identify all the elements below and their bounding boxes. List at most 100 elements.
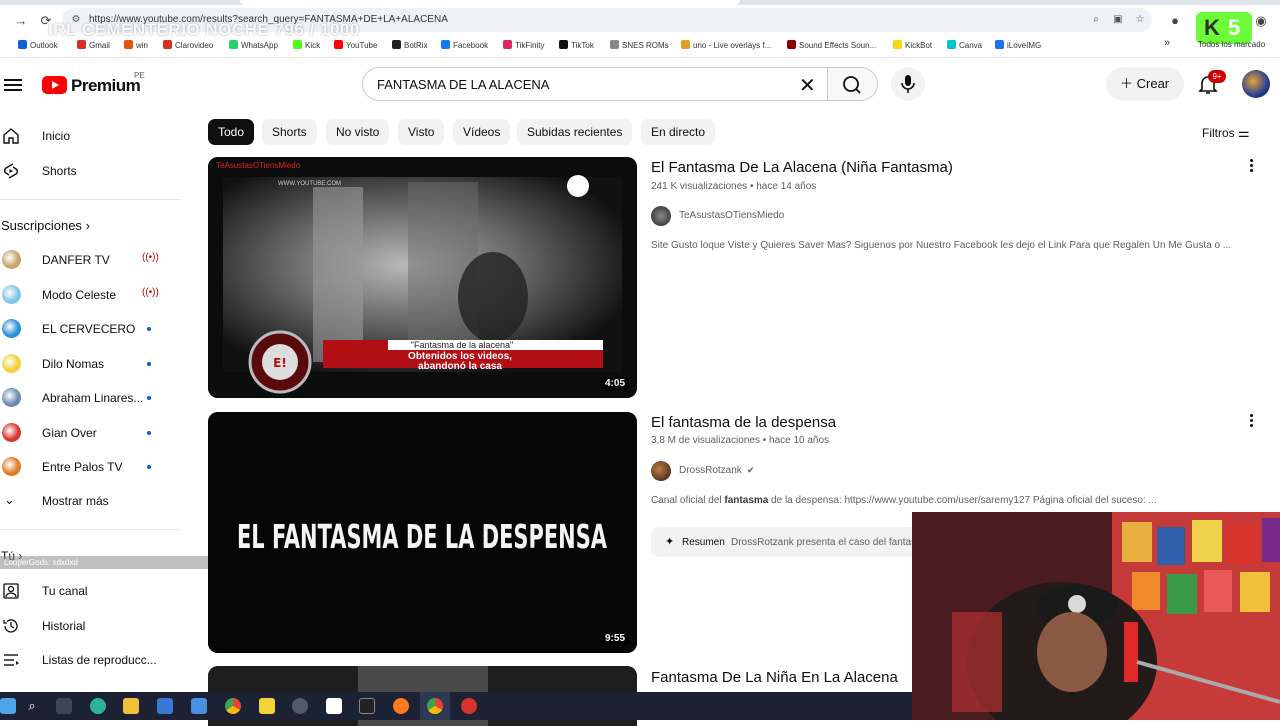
bookmark-item[interactable]: win [124, 40, 148, 50]
forward-icon[interactable]: → [12, 12, 30, 30]
notes-icon[interactable] [259, 698, 275, 714]
video-title[interactable]: El Fantasma De La Alacena (Niña Fantasma… [651, 159, 953, 176]
bookmark-item[interactable]: TikTok [559, 40, 594, 50]
show-more-button[interactable]: ⌄ Mostrar más [0, 486, 180, 516]
bookmark-item[interactable]: Clarovideo [163, 40, 213, 50]
bookmark-item[interactable]: SNES ROMs [610, 40, 669, 50]
media-player-icon[interactable] [292, 698, 308, 714]
tab-strip [0, 0, 1280, 5]
bookmark-item[interactable]: YouTube [334, 40, 377, 50]
bookmark-favicon-icon [441, 40, 450, 49]
bookmark-favicon-icon [610, 40, 619, 49]
sidebar-item-shorts[interactable]: Shorts [0, 156, 180, 186]
filter-chip[interactable]: Shorts [262, 119, 317, 145]
bookmark-item[interactable]: Gmail [77, 40, 110, 50]
filters-button[interactable]: Filtros ⚌ [1202, 125, 1250, 141]
search-input[interactable]: FANTASMA DE LA ALACENA ✕ [362, 67, 828, 101]
video-thumbnail[interactable]: E! TeAsustasOTiensMiedo WWW.YOUTUBE.COM … [208, 157, 637, 398]
clear-search-icon[interactable]: ✕ [799, 73, 816, 98]
mail-icon[interactable] [191, 698, 207, 714]
bookmark-item[interactable]: KickBot [893, 40, 932, 50]
create-button[interactable]: ＋ Crear [1106, 67, 1184, 101]
description-text: Canal oficial del [651, 495, 725, 506]
thumbnail-image: E! TeAsustasOTiensMiedo WWW.YOUTUBE.COM … [208, 157, 637, 398]
chrome-icon[interactable] [225, 698, 241, 714]
more-options-icon[interactable] [1250, 412, 1256, 429]
bookmark-item[interactable]: Canva [947, 40, 982, 50]
file-explorer-icon[interactable] [123, 698, 139, 714]
extension-icon[interactable]: ● [1166, 12, 1184, 30]
bookmark-star-icon[interactable]: ☆ [1132, 12, 1148, 28]
bookmarks-bar: Outlook Gmail win Clarovideo WhatsApp Kick You… [0, 37, 1280, 56]
bookmark-item[interactable]: TikFinity [503, 40, 544, 50]
channel-avatar [2, 457, 21, 476]
all-bookmarks-folder[interactable]: Todos los marcado [1198, 40, 1265, 49]
bookmark-item[interactable]: uno - Live overlays f... [681, 40, 771, 50]
obs-icon[interactable] [461, 698, 477, 714]
summary-chip[interactable]: ✦ Resumen DrossRotzank presenta el caso … [651, 527, 913, 557]
bookmark-item[interactable]: Sound Effects Soun... [787, 40, 876, 50]
channel-avatar[interactable] [651, 461, 671, 481]
search-icon[interactable]: ⌕ [24, 698, 40, 714]
video-title[interactable]: El fantasma de la despensa [651, 414, 836, 431]
sidebar-item-historial[interactable]: Historial [0, 611, 180, 641]
channel-avatar[interactable] [651, 206, 671, 226]
more-options-icon[interactable] [1250, 157, 1256, 174]
search-button[interactable] [827, 67, 878, 101]
windows-start-icon[interactable] [0, 698, 16, 714]
bookmark-item[interactable]: BotRix [392, 40, 428, 50]
notification-badge: 9+ [1208, 70, 1226, 83]
bookmark-item[interactable]: Kick [293, 40, 320, 50]
subscriptions-heading[interactable]: Suscripciones › [1, 218, 90, 233]
bookmark-favicon-icon [77, 40, 86, 49]
bookmark-label: WhatsApp [241, 41, 278, 50]
account-avatar[interactable] [1242, 70, 1270, 98]
app-icon[interactable] [359, 698, 375, 714]
firefox-icon[interactable] [393, 698, 409, 714]
filter-chip[interactable]: Todo [208, 119, 255, 145]
document-icon[interactable] [326, 698, 342, 714]
sidebar-item-inicio[interactable]: Inicio [0, 121, 180, 151]
sidebar-item-subscription[interactable]: Modo Celeste ((•)) [0, 280, 180, 310]
zoom-icon[interactable]: ⌕ [1088, 12, 1104, 28]
filter-chip[interactable]: Subidas recientes [517, 119, 633, 145]
store-icon[interactable] [157, 698, 173, 714]
bookmark-item[interactable]: iLoveIMG [995, 40, 1041, 50]
sidebar-item-playlists[interactable]: Listas de reproducc... [0, 645, 180, 675]
voice-search-button[interactable] [891, 67, 925, 101]
bookmark-item[interactable]: Outlook [18, 40, 58, 50]
bookmark-item[interactable]: WhatsApp [229, 40, 278, 50]
chevron-right-icon: › [85, 218, 90, 233]
video-thumbnail[interactable]: EL FANTASMA DE LA DESPENSA 9:55 [208, 412, 637, 653]
sidebar-item-subscription[interactable]: EL CERVECERO [0, 314, 180, 344]
filter-chip[interactable]: No visto [326, 119, 390, 145]
active-tab[interactable] [240, 0, 740, 5]
sidebar-item-subscription[interactable]: Gian Over [0, 418, 180, 448]
hamburger-menu-icon[interactable] [4, 76, 22, 92]
filter-chip[interactable]: Visto [398, 119, 445, 145]
chrome-icon[interactable] [427, 698, 443, 714]
channel-name[interactable]: TeAsustasOTiensMiedo [679, 210, 784, 221]
install-app-icon[interactable]: ▣ [1110, 12, 1126, 28]
video-title[interactable]: Fantasma De La Niña En La Alacena [651, 669, 898, 686]
bookmarks-overflow-icon[interactable]: » [1164, 37, 1170, 49]
sidebar-item-subscription[interactable]: Dilo Nomas [0, 349, 180, 379]
description-highlight: fantasma [724, 495, 769, 506]
task-view-icon[interactable] [56, 698, 72, 714]
channel-name[interactable]: DrossRotzank [679, 465, 742, 476]
bookmark-favicon-icon [392, 40, 401, 49]
bookmark-item[interactable]: Facebook [441, 40, 488, 50]
sidebar-item-subscription[interactable]: Entre Palos TV [0, 452, 180, 482]
profile-icon[interactable]: ◉ [1252, 12, 1270, 30]
notifications-button[interactable]: 9+ [1196, 70, 1226, 96]
filter-chip[interactable]: Vídeos [453, 119, 511, 145]
edge-icon[interactable] [90, 698, 106, 714]
sidebar-item-tu-canal[interactable]: Tu canal [0, 576, 180, 606]
video-meta: 3,8 M de visualizaciones • hace 10 años [651, 435, 830, 446]
bookmark-label: Sound Effects Soun... [799, 41, 877, 50]
sidebar-item-subscription[interactable]: Abraham Linares... [0, 383, 180, 413]
sidebar-item-subscription[interactable]: DANFER TV ((•)) [0, 245, 180, 275]
bookmark-label: TikFinity [515, 41, 545, 50]
filter-chip[interactable]: En directo [641, 119, 716, 145]
youtube-premium-logo[interactable]: Premium PE [42, 71, 152, 96]
